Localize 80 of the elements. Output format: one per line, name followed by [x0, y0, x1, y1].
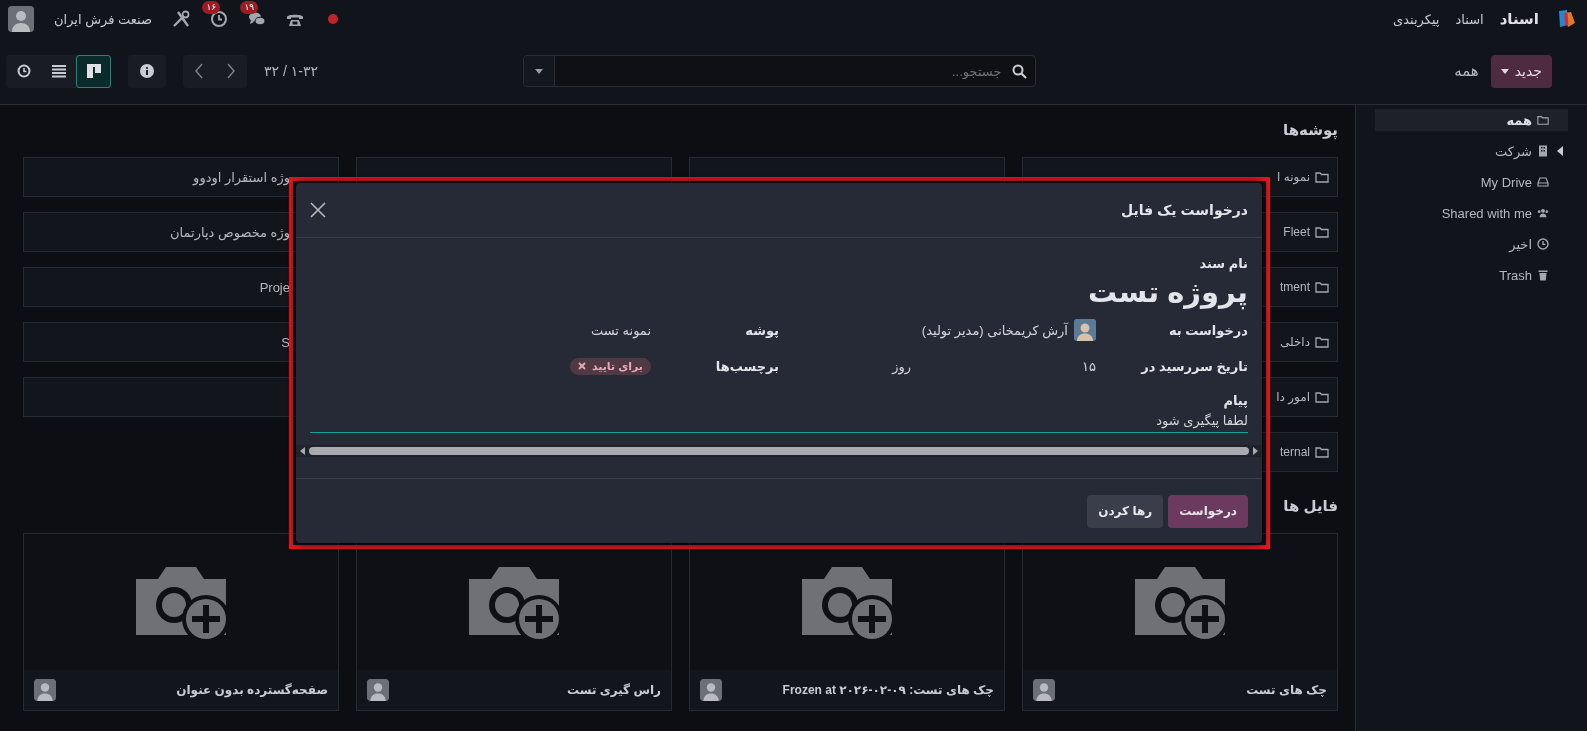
- avatar-icon: [700, 679, 722, 701]
- avatar-icon: [1074, 319, 1096, 341]
- request-button[interactable]: درخواست: [1168, 494, 1248, 528]
- scroll-left-icon: [300, 447, 305, 455]
- file-name: چک های تست: [1246, 683, 1327, 697]
- chat-icon[interactable]: [248, 10, 267, 28]
- folder-icon: [1315, 336, 1329, 348]
- app-name[interactable]: اسناد: [1499, 10, 1539, 28]
- sidebar-item[interactable]: شرکت: [1375, 140, 1568, 162]
- avatar-icon: [8, 6, 34, 32]
- caret-icon[interactable]: [1557, 146, 1565, 156]
- field-value[interactable]: آرش کریمخانی (مدیر تولید): [921, 322, 1068, 338]
- users-icon: [1537, 207, 1549, 219]
- info-button[interactable]: [128, 54, 166, 88]
- new-button[interactable]: جدید: [1490, 54, 1552, 88]
- tag[interactable]: برای تایید: [569, 357, 651, 375]
- kanban-icon: [86, 64, 101, 78]
- info-icon: [140, 64, 154, 78]
- drive-icon: [1537, 176, 1549, 188]
- field-value[interactable]: نمونه تست: [590, 322, 651, 338]
- section-title: پوشه‌ها: [1283, 121, 1338, 142]
- sidebar-item[interactable]: Shared with me: [1375, 202, 1568, 224]
- company-name[interactable]: صنعت فرش ایران: [54, 11, 153, 27]
- sidebar-item[interactable]: Trash: [1375, 264, 1568, 286]
- file-name: صفحه‌گسترده بدون عنوان: [176, 683, 328, 697]
- tools-icon[interactable]: [172, 10, 191, 28]
- field-label: برچسب‌ها: [714, 358, 779, 374]
- breadcrumb[interactable]: همه: [1454, 62, 1479, 80]
- file-card[interactable]: چک های تست: [1022, 533, 1338, 711]
- menu-item[interactable]: پیکربندی: [1393, 11, 1440, 27]
- clock-icon: [1537, 238, 1549, 250]
- clock-icon[interactable]: [210, 10, 229, 28]
- kanban-view-button[interactable]: [76, 54, 111, 88]
- caret-icon: [1500, 68, 1509, 74]
- scrollbar[interactable]: [296, 445, 1262, 457]
- caret-icon: [534, 68, 543, 74]
- list-icon: [51, 64, 66, 78]
- close-icon[interactable]: [310, 202, 326, 218]
- search-icon: [1011, 63, 1027, 79]
- field-label: درخواست به: [1167, 322, 1248, 338]
- sidebar-item[interactable]: My Drive: [1375, 171, 1568, 193]
- dropdown-toggle[interactable]: [523, 56, 555, 86]
- field-label: پیام: [1222, 393, 1248, 408]
- file-name: راس گیری تست: [567, 683, 661, 697]
- scroll-right-icon: [1253, 447, 1258, 455]
- folder-icon: [1315, 391, 1329, 403]
- menu-item[interactable]: اسناد: [1455, 11, 1484, 27]
- search-input[interactable]: جستجو...: [554, 62, 1004, 80]
- avatar-icon: [1033, 679, 1055, 701]
- file-name: چک های تست: Frozen at ۲۰۲۶-۰۲-۰۹: [782, 683, 994, 697]
- folder-card[interactable]: وژه استقرار اودوو: [23, 157, 339, 197]
- search-field[interactable]: جستجو...: [522, 55, 1036, 87]
- count-badge: ۱۹: [240, 1, 259, 14]
- chevron-right-icon: [226, 63, 236, 79]
- folder-icon: [1537, 114, 1549, 126]
- field-label: تاریخ سررسید در: [1139, 358, 1248, 374]
- folder-icon: [1315, 226, 1329, 238]
- discard-button[interactable]: رها کردن: [1087, 494, 1164, 528]
- unit-label: روز: [892, 358, 912, 374]
- folder-icon: [1315, 281, 1329, 293]
- count-badge: ۱۶: [202, 1, 221, 14]
- avatar-icon: [367, 679, 389, 701]
- chevron-left-icon: [194, 63, 204, 79]
- dialog-title: درخواست یک فایل: [1120, 202, 1248, 218]
- sidebar-item[interactable]: همه: [1375, 109, 1568, 131]
- clock-icon: [16, 64, 31, 78]
- sidebar-item[interactable]: اخیر: [1375, 233, 1568, 255]
- folder-icon: [1315, 446, 1329, 458]
- remove-icon[interactable]: [577, 362, 586, 370]
- field-value[interactable]: ۱۵: [1082, 358, 1096, 374]
- file-card[interactable]: صفحه‌گسترده بدون عنوان: [23, 533, 339, 711]
- field-label: پوشه: [744, 322, 779, 338]
- section-title: فایل ها: [1283, 497, 1338, 516]
- field-label: نام سند: [1198, 256, 1248, 271]
- message-field[interactable]: لطفا پیگیری شود: [310, 413, 1248, 433]
- trash-icon: [1537, 269, 1549, 281]
- folder-icon: [1315, 171, 1329, 183]
- building-icon: [1537, 145, 1549, 157]
- avatar-icon: [34, 679, 56, 701]
- pager-value: ۱-۳۲ / ۳۲: [264, 63, 318, 79]
